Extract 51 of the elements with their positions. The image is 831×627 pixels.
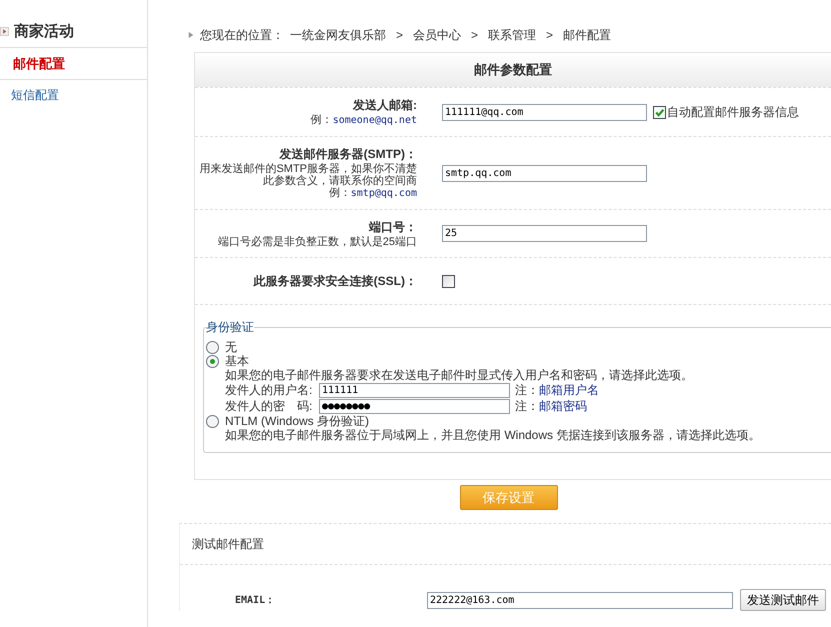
text-field[interactable]: smtp.qq.com [442,164,647,182]
example-text: smtp@qq.com [350,188,417,199]
sidebar-title: 商家活动 [14,22,74,41]
field-hint: 用来发送邮件的SMTP服务器，如果你不清楚此参数含义，请联系你的空间商 [198,163,417,187]
section-title: 测试邮件配置 [180,524,831,565]
field-label: EMAIL： [235,594,276,607]
text-field[interactable]: 25 [442,225,647,242]
example-text: someone@qq.net [332,115,417,126]
note-link[interactable]: 邮箱密码 [539,399,587,413]
group-legend: 身份验证 [206,319,254,336]
breadcrumb-link[interactable]: 一统金网友俱乐部 [290,26,386,44]
radio-label: NTLM (Windows 身份验证) [225,414,370,428]
breadcrumb-separator: > [546,28,554,42]
send-test-button[interactable]: 发送测试邮件 [740,589,826,611]
option-description: 如果您的电子邮件服务器要求在发送电子邮件时显式传入用户名和密码，请选择此选项。 [225,368,693,382]
field-label: 发送人邮箱: [352,97,417,114]
text-field[interactable]: ●●●●●●●● [319,398,510,414]
sidebar-item[interactable]: 短信配置 [0,87,59,104]
field-label: 发件人的密 码: [225,399,314,413]
text-field[interactable]: 111111 [319,382,510,398]
breadcrumb-link[interactable]: 会员中心 [413,26,462,44]
checkbox[interactable] [442,274,455,288]
note-label: 注： [515,383,539,397]
radio-label: 无 [225,340,237,354]
breadcrumb-label: 您现在的位置： [200,26,284,44]
radio-button[interactable] [206,355,219,368]
field-hint: 端口号必需是非负整正数，默认是25端口 [216,236,417,248]
arrow-icon [188,31,194,39]
radio-button[interactable] [206,341,219,354]
breadcrumb-separator: > [396,28,404,42]
example-label: 例： [310,114,333,126]
radio-button[interactable] [206,415,219,428]
arrow-icon [0,27,9,36]
field-label: 此服务器要求安全连接(SSL)： [252,272,417,290]
breadcrumb-link[interactable]: 邮件配置 [563,26,612,44]
text-field[interactable]: 111111@qq.com [442,104,647,120]
checkbox-label: 自动配置邮件服务器信息 [667,104,799,120]
field-label: 发送邮件服务器(SMTP)： [278,146,417,163]
option-description: 如果您的电子邮件服务器位于局域网上，并且您使用 Windows 凭据连接到该服务器，请选择此选项。 [225,428,760,442]
sidebar-item[interactable]: 邮件配置 [0,54,65,72]
field-label: 端口号： [368,219,417,236]
checkbox[interactable] [653,106,666,118]
field-label: 发件人的用户名: [225,383,314,397]
example-label: 例： [328,187,351,199]
note-label: 注： [515,399,539,413]
panel-header: 邮件参数配置 [195,52,831,88]
email-field[interactable]: 222222@163.com [427,592,733,608]
radio-label: 基本 [225,354,250,368]
note-link[interactable]: 邮箱用户名 [539,383,599,397]
breadcrumb-link[interactable]: 联系管理 [488,26,536,44]
breadcrumb-separator: > [471,28,478,42]
